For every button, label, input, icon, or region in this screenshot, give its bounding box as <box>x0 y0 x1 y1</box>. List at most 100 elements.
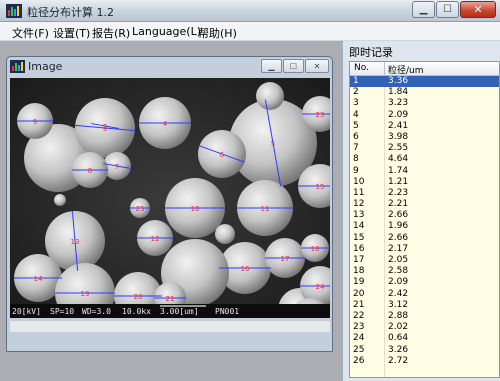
particle-label: 14 <box>34 275 43 283</box>
cell-diameter: 2.66 <box>388 210 409 221</box>
menu-help[interactable]: 帮助(H) <box>198 25 237 41</box>
cell-diameter: 0.64 <box>388 333 409 344</box>
table-row[interactable]: 18 2.58 <box>350 266 499 277</box>
cell-diameter: 1.84 <box>388 87 409 98</box>
table-row[interactable]: 24 0.64 <box>350 333 499 344</box>
image-maximize-button[interactable]: ☐ <box>283 59 304 73</box>
cell-diameter: 2.41 <box>388 120 409 131</box>
maximize-button[interactable]: ☐ <box>436 1 459 18</box>
sem-image-canvas: 2345678910111213141516171819202122232425… <box>10 78 330 318</box>
menu-language[interactable]: Language(L) <box>132 25 201 38</box>
cell-no: 1 <box>353 76 359 86</box>
records-header: No. 粒径/um <box>350 62 499 76</box>
table-row[interactable]: 23 2.02 <box>350 322 499 333</box>
column-diameter[interactable]: 粒径/um <box>388 63 424 76</box>
table-row[interactable]: 17 2.05 <box>350 255 499 266</box>
cell-no: 23 <box>353 322 365 333</box>
cell-no: 21 <box>353 299 365 310</box>
image-window-footer <box>10 334 330 348</box>
close-button[interactable]: ✕ <box>460 1 496 18</box>
cell-diameter: 2.09 <box>388 277 409 288</box>
sem-mag: 10.0kx <box>122 307 151 316</box>
title-bar: 粒径分布计算 1.2 ▁ ☐ ✕ <box>0 0 500 22</box>
table-row[interactable]: 4 2.09 <box>350 109 499 121</box>
cell-no: 24 <box>353 333 365 344</box>
table-row[interactable]: 2 1.84 <box>350 87 499 98</box>
records-table[interactable]: No. 粒径/um 1 3.36 2 1.84 3 3.23 4 2.09 5 2.41 6 3.98… <box>349 61 500 378</box>
menu-bar: 文件(F) 设置(T) 报告(R) Language(L) 帮助(H) <box>0 22 500 41</box>
table-row[interactable]: 20 2.42 <box>350 288 499 300</box>
table-row[interactable]: 12 2.21 <box>350 199 499 210</box>
cell-diameter: 2.88 <box>388 310 409 321</box>
cell-no: 20 <box>353 288 365 299</box>
minimize-button[interactable]: ▁ <box>412 1 435 18</box>
menu-settings[interactable]: 设置(T) <box>53 25 90 41</box>
cell-no: 18 <box>353 266 365 277</box>
cell-diameter: 2.09 <box>388 109 409 120</box>
particle-label: 8 <box>88 167 92 175</box>
cell-diameter: 2.02 <box>388 322 409 333</box>
table-row[interactable]: 19 2.09 <box>350 277 499 288</box>
cell-no: 15 <box>353 232 365 243</box>
table-row[interactable]: 8 4.64 <box>350 154 499 165</box>
column-no[interactable]: No. <box>354 63 369 73</box>
table-row[interactable]: 21 3.12 <box>350 299 499 311</box>
image-window-icon <box>10 60 25 73</box>
cell-no: 16 <box>353 243 365 254</box>
cell-diameter: 1.74 <box>388 165 409 176</box>
particle[interactable] <box>54 194 66 206</box>
minimize-icon: ▁ <box>268 61 275 71</box>
table-row[interactable]: 10 1.21 <box>350 177 499 188</box>
image-window-controls: ▁ ☐ ✕ <box>260 59 329 73</box>
records-rows: 1 3.36 2 1.84 3 3.23 4 2.09 5 2.41 6 3.98 7 2.55 8 4.64… <box>350 76 499 367</box>
table-row[interactable]: 5 2.41 <box>350 120 499 132</box>
image-horizontal-scrollbar[interactable] <box>10 320 330 332</box>
table-row[interactable]: 1 3.36 <box>350 76 499 88</box>
table-row[interactable]: 26 2.72 <box>350 355 499 367</box>
minimize-icon: ▁ <box>419 4 428 15</box>
image-minimize-button[interactable]: ▁ <box>261 59 282 73</box>
cell-no: 19 <box>353 277 365 288</box>
table-row[interactable]: 25 3.26 <box>350 344 499 356</box>
menu-file[interactable]: 文件(F) <box>12 25 49 41</box>
table-row[interactable]: 9 1.74 <box>350 165 499 177</box>
cell-diameter: 3.36 <box>388 76 409 86</box>
cell-no: 3 <box>353 98 359 109</box>
particle-label: 9 <box>33 118 37 126</box>
table-row[interactable]: 7 2.55 <box>350 143 499 154</box>
cell-diameter: 2.05 <box>388 255 409 265</box>
image-window-title-bar[interactable]: Image ▁ ☐ ✕ <box>7 57 332 77</box>
table-row[interactable]: 3 3.23 <box>350 98 499 109</box>
table-row[interactable]: 6 3.98 <box>350 131 499 143</box>
image-window: Image ▁ ☐ ✕ 2 3 4 5 6 7 8 9 10 11 12 13 … <box>6 56 333 352</box>
app-title: 粒径分布计算 1.2 <box>27 6 114 19</box>
particle-label: 15 <box>316 183 325 191</box>
cell-no: 14 <box>353 221 365 232</box>
image-close-button[interactable]: ✕ <box>305 59 329 73</box>
menu-report[interactable]: 报告(R) <box>92 25 130 41</box>
cell-no: 26 <box>353 355 365 366</box>
table-row[interactable]: 16 2.17 <box>350 243 499 255</box>
cell-no: 8 <box>353 154 359 165</box>
particle-label: 12 <box>151 235 160 243</box>
cell-no: 6 <box>353 131 359 142</box>
cell-no: 4 <box>353 109 359 120</box>
particle[interactable] <box>256 82 284 110</box>
table-row[interactable]: 15 2.66 <box>350 232 499 244</box>
particle[interactable] <box>215 224 235 244</box>
table-row[interactable]: 11 2.23 <box>350 188 499 199</box>
sem-image[interactable]: 2345678910111213141516171819202122232425… <box>10 78 330 318</box>
header-divider <box>384 62 385 76</box>
records-panel: 即时记录 No. 粒径/um 1 3.36 2 1.84 3 3.23 4 2.09 5 2.41… <box>342 41 500 381</box>
cell-no: 9 <box>353 165 359 176</box>
cell-no: 13 <box>353 210 365 221</box>
table-row[interactable]: 22 2.88 <box>350 310 499 322</box>
image-window-label: Image <box>28 60 63 73</box>
particle-label: 20 <box>134 293 143 301</box>
table-row[interactable]: 13 2.66 <box>350 210 499 221</box>
table-row[interactable]: 14 1.96 <box>350 221 499 232</box>
particle-label: 24 <box>316 283 325 291</box>
cell-no: 25 <box>353 344 365 355</box>
particle-label: 7 <box>115 163 119 171</box>
cell-diameter: 2.58 <box>388 266 409 277</box>
